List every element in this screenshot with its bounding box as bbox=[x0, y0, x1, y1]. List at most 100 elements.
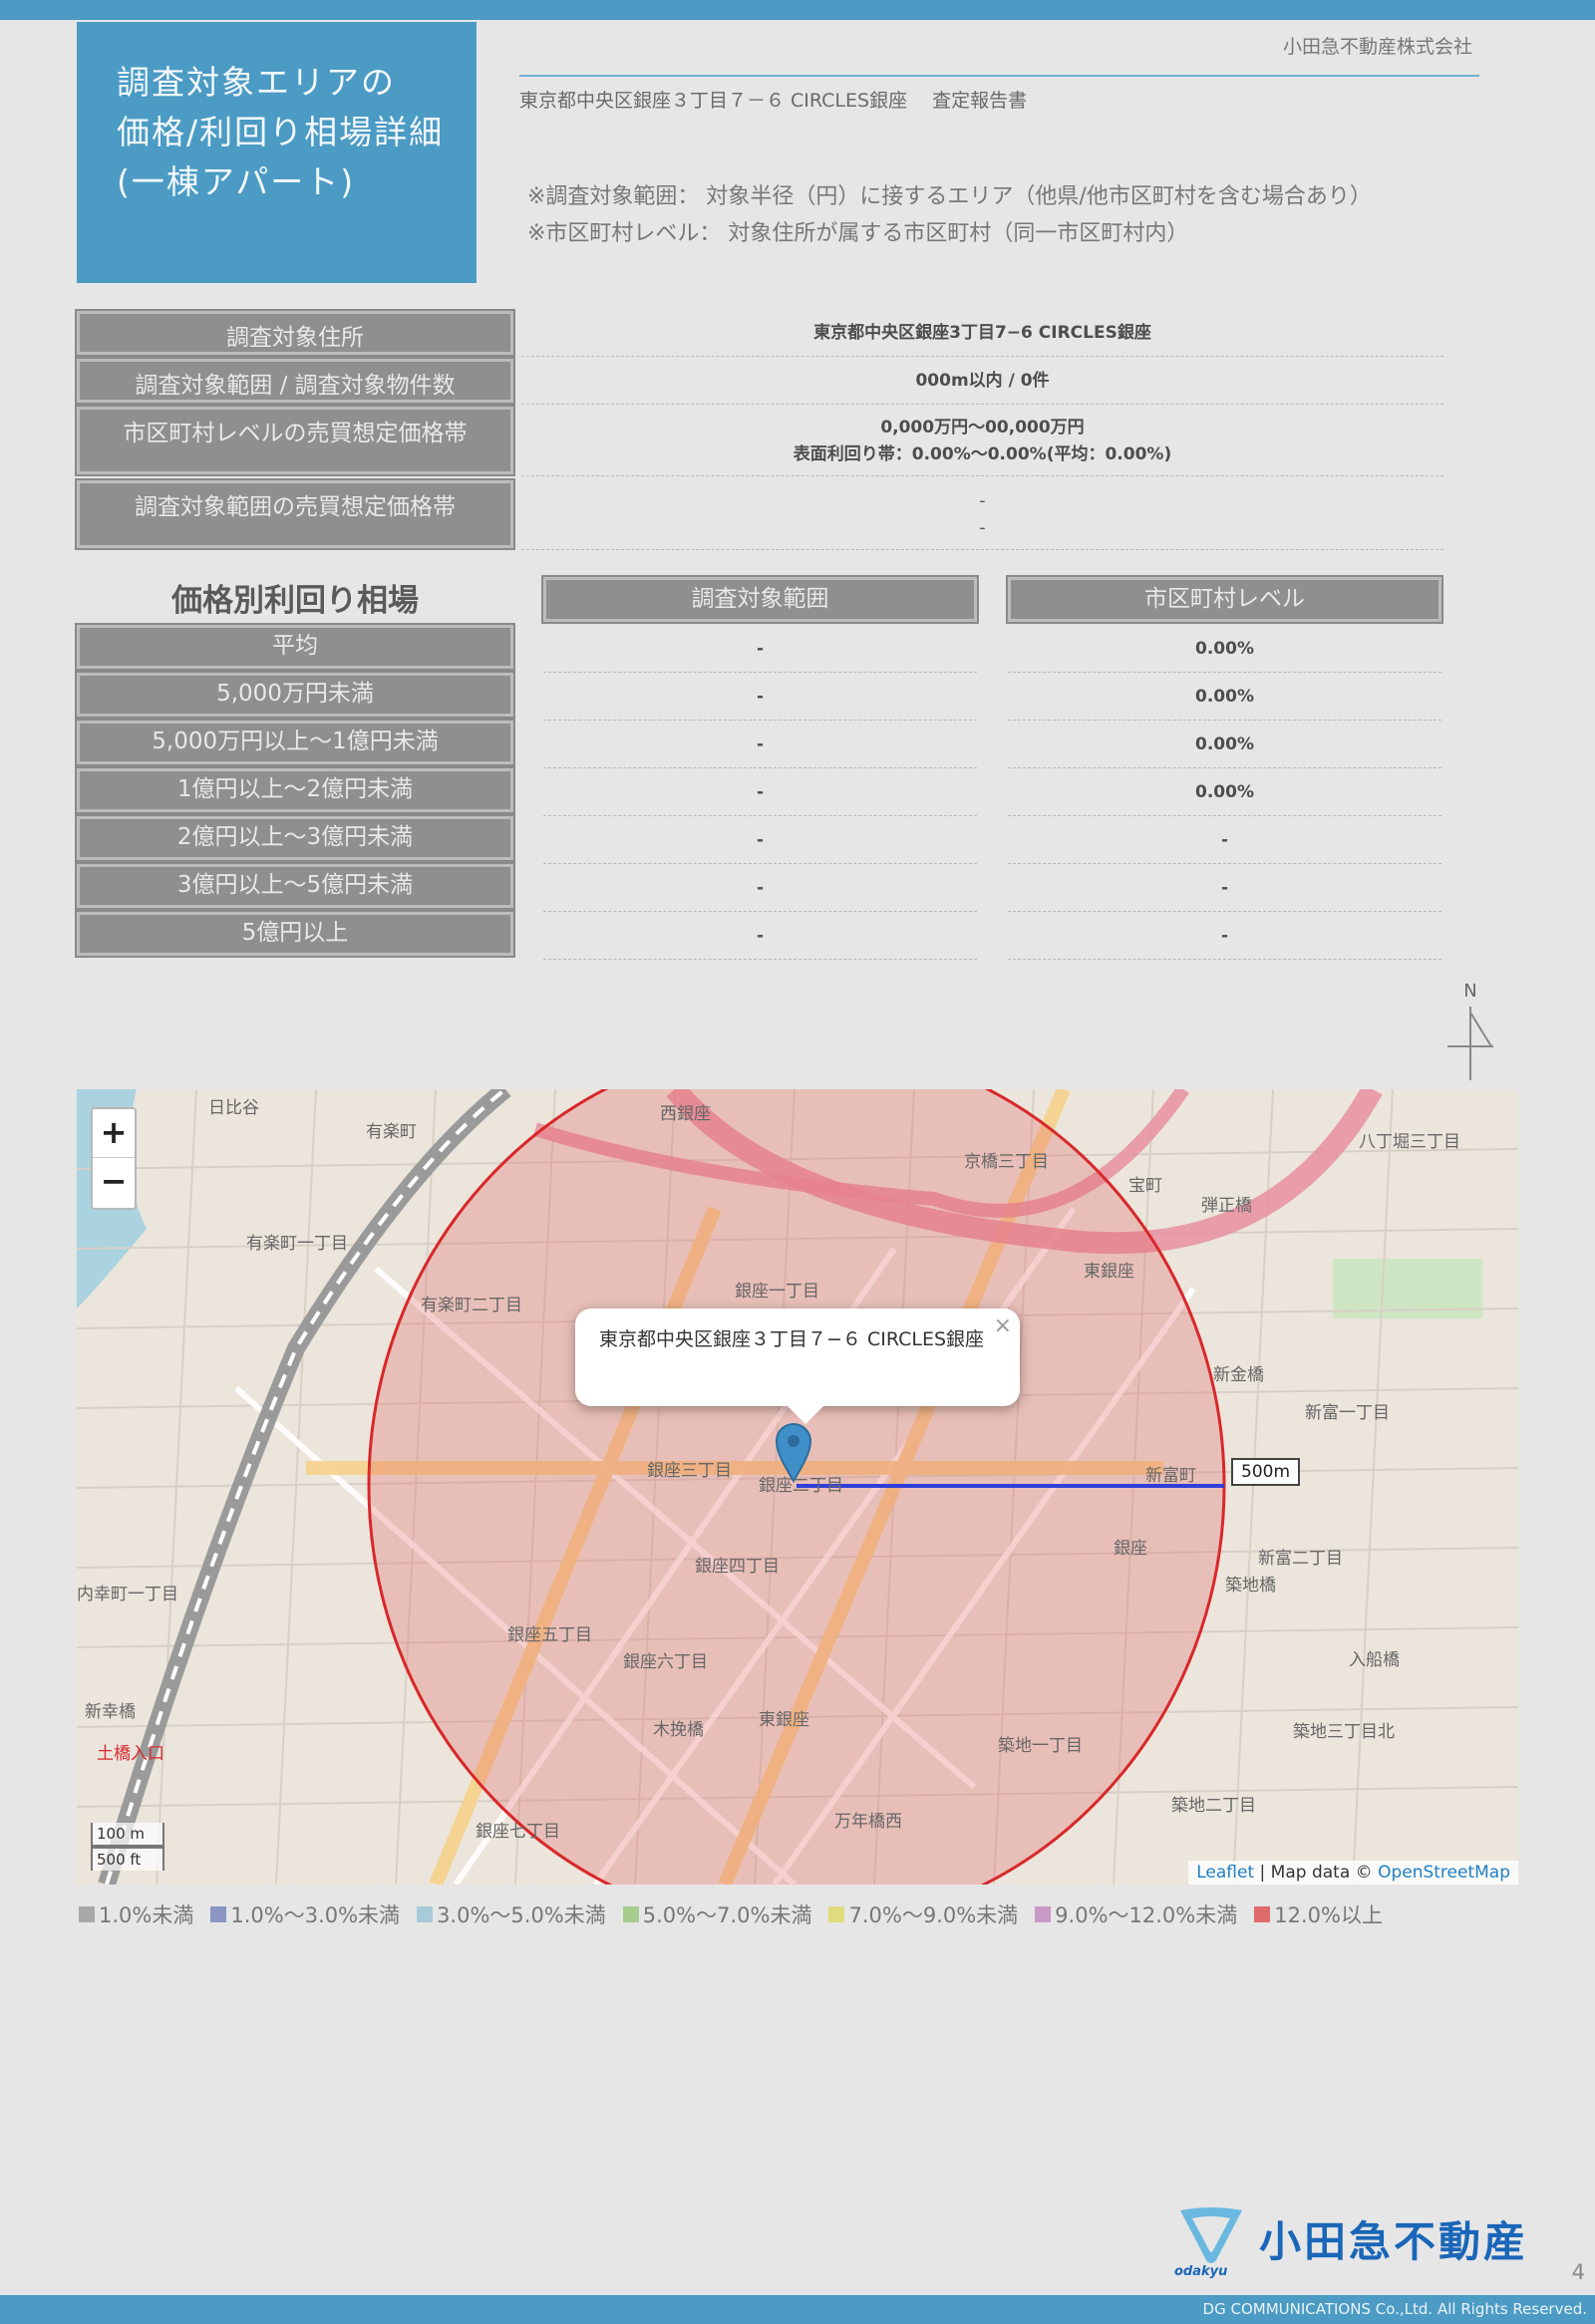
map-place-label: 有楽町一丁目 bbox=[246, 1234, 348, 1254]
page-title-line-1: 調査対象エリアの bbox=[117, 63, 396, 102]
header-divider bbox=[519, 75, 1479, 77]
yield-cell-range: - bbox=[543, 625, 977, 673]
zoom-in-button[interactable]: + bbox=[93, 1109, 135, 1158]
zoom-control: + − bbox=[91, 1107, 137, 1210]
map-place-label: 日比谷 bbox=[208, 1098, 259, 1118]
map-place-label: 新富一丁目 bbox=[1305, 1403, 1390, 1423]
top-stripe bbox=[0, 0, 1595, 20]
map-place-label: 銀座 bbox=[1114, 1539, 1147, 1559]
scale-imperial: 500 ft bbox=[91, 1847, 164, 1871]
map-place-label: 銀座三丁目 bbox=[647, 1461, 732, 1481]
map-place-label: 新富二丁目 bbox=[1258, 1549, 1343, 1569]
map-place-label: 内幸町一丁目 bbox=[77, 1585, 178, 1604]
legend-swatch bbox=[622, 1906, 639, 1922]
map-tiles: 日比谷 有楽町 西銀座 京橋三丁目 宝町 八丁堀三丁目 弾正橋 銀座一丁目 東銀… bbox=[77, 1089, 1518, 1885]
yield-cell-municipality: 0.00% bbox=[1008, 721, 1441, 768]
legend-label: 9.0%～12.0%未満 bbox=[1055, 1903, 1238, 1927]
summary-label-range: 調査対象範囲 / 調査対象物件数 bbox=[75, 357, 515, 405]
area-map[interactable]: 日比谷 有楽町 西銀座 京橋三丁目 宝町 八丁堀三丁目 弾正橋 銀座一丁目 東銀… bbox=[77, 1089, 1518, 1885]
legend-swatch bbox=[417, 1906, 434, 1922]
radius-label: 500m bbox=[1231, 1458, 1301, 1486]
map-place-label: 有楽町二丁目 bbox=[421, 1296, 522, 1315]
map-place-label: 万年橋西 bbox=[834, 1812, 902, 1832]
popup-close-button[interactable]: × bbox=[994, 1312, 1012, 1339]
yield-cell-range: - bbox=[543, 721, 977, 768]
legend-label: 5.0%～7.0%未満 bbox=[642, 1903, 812, 1927]
legend-label: 3.0%～5.0%未満 bbox=[437, 1903, 606, 1927]
map-popup-text: 東京都中央区銀座３丁目７−６ CIRCLES銀座 bbox=[599, 1328, 985, 1350]
leaflet-link[interactable]: Leaflet bbox=[1196, 1863, 1254, 1883]
yield-col-header-range: 調査対象範囲 bbox=[541, 575, 979, 624]
map-place-label: 入船橋 bbox=[1349, 1650, 1400, 1670]
summary-value-range-price-line-1: - bbox=[979, 490, 986, 511]
note-survey-range: ※調査対象範囲： 対象半径（円）に接するエリア（他県/他市区町村を含む場合あり） bbox=[527, 184, 1372, 209]
yield-legend: 1.0%未満 1.0%～3.0%未満 3.0%～5.0%未満 5.0%～7.0%… bbox=[79, 1899, 1383, 1929]
map-place-label: 銀座一丁目 bbox=[735, 1282, 819, 1302]
legend-item: 9.0%～12.0%未満 bbox=[1035, 1899, 1237, 1929]
map-place-label: 宝町 bbox=[1128, 1176, 1162, 1196]
map-place-label: 有楽町 bbox=[366, 1122, 417, 1142]
yield-cell-range: - bbox=[543, 912, 977, 960]
north-arrow-icon: N bbox=[1447, 981, 1493, 1080]
map-place-label: 西銀座 bbox=[660, 1104, 711, 1124]
yield-table-heading: 価格別利回り相場 bbox=[171, 583, 419, 619]
summary-value-muni-price: 0,000万円～00,000万円 表面利回り帯：0.00%～0.00%(平均：0… bbox=[521, 407, 1443, 476]
map-place-label: 築地一丁目 bbox=[998, 1736, 1083, 1756]
map-place-label: 銀座七丁目 bbox=[476, 1822, 560, 1842]
zoom-out-button[interactable]: − bbox=[93, 1158, 135, 1207]
legend-item: 7.0%～9.0%未満 bbox=[828, 1899, 1018, 1929]
north-label: N bbox=[1463, 981, 1476, 1002]
summary-value-range: 000m以内 / 0件 bbox=[521, 359, 1443, 405]
legend-swatch bbox=[210, 1906, 227, 1922]
yield-cell-municipality: - bbox=[1008, 816, 1441, 864]
copyright-footer: DG COMMUNICATIONS Co.,Ltd. All Rights Re… bbox=[0, 2295, 1595, 2324]
legend-swatch bbox=[79, 1906, 95, 1922]
map-place-label: 土橋入口 bbox=[97, 1744, 164, 1764]
legend-swatch bbox=[828, 1906, 845, 1922]
osm-link[interactable]: OpenStreetMap bbox=[1378, 1863, 1510, 1883]
legend-item: 1.0%～3.0%未満 bbox=[210, 1899, 400, 1929]
page-title-box: 調査対象エリアの 価格/利回り相場詳細 (一棟アパート) bbox=[77, 22, 477, 283]
yield-col-header-municipality: 市区町村レベル bbox=[1006, 575, 1443, 624]
yield-cell-range: - bbox=[543, 816, 977, 864]
logo-mark-icon bbox=[1180, 2207, 1242, 2263]
yield-cell-municipality: - bbox=[1008, 912, 1441, 960]
summary-label-muni-price: 市区町村レベルの売買想定価格帯 bbox=[75, 405, 515, 476]
yield-cell-municipality: 0.00% bbox=[1008, 625, 1441, 673]
map-scale-bar: 100 m 500 ft bbox=[91, 1823, 164, 1871]
map-place-label: 築地二丁目 bbox=[1171, 1796, 1256, 1816]
map-place-label: 京橋三丁目 bbox=[964, 1152, 1049, 1172]
map-place-label: 築地橋 bbox=[1225, 1576, 1276, 1596]
legend-item: 1.0%未満 bbox=[79, 1899, 193, 1929]
map-place-label: 東銀座 bbox=[1084, 1262, 1134, 1282]
location-marker-icon[interactable] bbox=[776, 1423, 811, 1483]
map-place-label: 弾正橋 bbox=[1201, 1196, 1252, 1216]
yield-cell-range: - bbox=[543, 768, 977, 816]
summary-label-range-price: 調査対象範囲の売買想定価格帯 bbox=[75, 478, 515, 550]
summary-value-muni-price-line-2: 表面利回り帯：0.00%～0.00%(平均：0.00%) bbox=[793, 443, 1172, 464]
summary-value-range-price: - - bbox=[521, 480, 1443, 550]
map-attribution: Leaflet | Map data © OpenStreetMap bbox=[1188, 1861, 1518, 1885]
legend-swatch bbox=[1254, 1906, 1271, 1922]
page-title-line-2: 価格/利回り相場詳細 bbox=[117, 113, 445, 151]
summary-value-muni-price-line-1: 0,000万円～00,000万円 bbox=[880, 417, 1085, 437]
yield-cell-municipality: - bbox=[1008, 864, 1441, 912]
map-place-label: 銀座四丁目 bbox=[695, 1557, 780, 1577]
legend-item: 12.0%以上 bbox=[1254, 1899, 1383, 1929]
map-place-label: 新幸橋 bbox=[85, 1702, 136, 1722]
yield-row-label: 1億円以上～2億円未満 bbox=[75, 766, 515, 814]
yield-row-label: 5,000万円以上～1億円未満 bbox=[75, 719, 515, 766]
yield-cell-municipality: 0.00% bbox=[1008, 768, 1441, 816]
summary-value-address: 東京都中央区銀座3丁目7−6 CIRCLES銀座 bbox=[521, 311, 1443, 357]
attribution-text: | Map data © bbox=[1254, 1863, 1379, 1883]
report-subtitle: 東京都中央区銀座３丁目７－６ CIRCLES銀座 査定報告書 bbox=[519, 90, 1028, 112]
map-place-label: 築地三丁目北 bbox=[1293, 1722, 1395, 1742]
map-place-label: 銀座六丁目 bbox=[623, 1652, 708, 1672]
yield-cell-range: - bbox=[543, 864, 977, 912]
company-name: 小田急不動産株式会社 bbox=[1282, 36, 1472, 58]
logo-text: 小田急不動産 bbox=[1259, 2217, 1529, 2266]
odakyu-logo: 小田急不動産 odakyu bbox=[1174, 2207, 1533, 2288]
summary-value-range-line: 000m以内 / 0件 bbox=[915, 371, 1050, 391]
map-popup: 東京都中央区銀座３丁目７−６ CIRCLES銀座 × bbox=[575, 1308, 1020, 1424]
page-title-line-3: (一棟アパート) bbox=[117, 162, 356, 201]
